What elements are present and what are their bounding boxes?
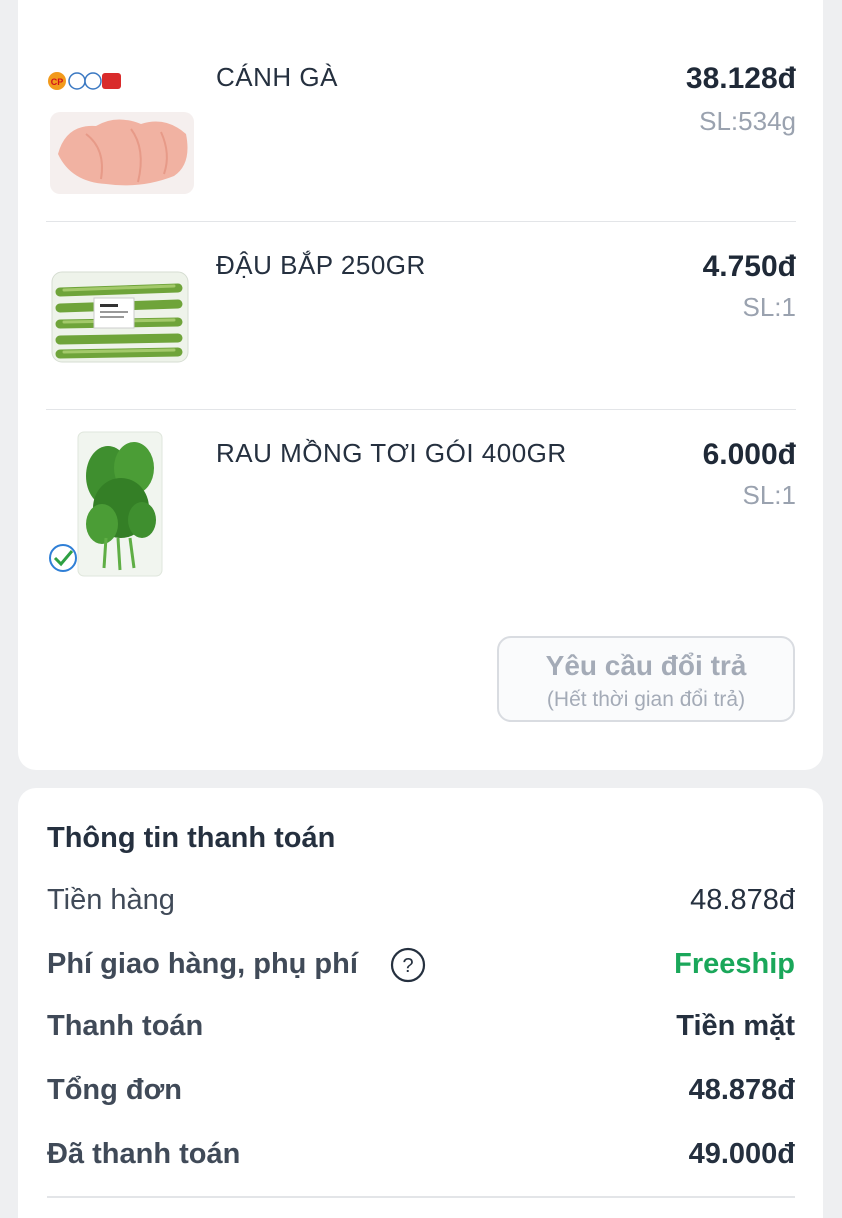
row-value: 48.878đ <box>690 884 795 916</box>
chicken-wings-image: CP <box>48 72 194 194</box>
row-value: Tiền mặt <box>676 1010 795 1042</box>
list-item[interactable]: ĐẬU BẮP 250GR 4.750đ SL:1 <box>46 222 796 410</box>
divider <box>47 1196 795 1198</box>
paid-amount-row: Đã thanh toán 49.000đ <box>47 1138 795 1178</box>
product-quantity: SL:1 <box>742 480 797 510</box>
row-label: Thanh toán <box>47 1010 204 1042</box>
row-label: Đã thanh toán <box>47 1138 241 1170</box>
list-item[interactable]: RAU MỒNG TƠI GÓI 400GR 6.000đ SL:1 <box>46 410 796 600</box>
row-value: 49.000đ <box>688 1138 795 1170</box>
product-quantity: SL:534g <box>699 106 796 136</box>
product-name: RAU MỒNG TƠI GÓI 400GR <box>216 438 567 468</box>
subtotal-row: Tiền hàng 48.878đ <box>47 884 795 924</box>
shipping-fee-row: Phí giao hàng, phụ phí ? Freeship <box>47 946 795 988</box>
return-request-button[interactable]: Yêu cầu đổi trả (Hết thời gian đổi trả) <box>497 636 795 722</box>
product-name: CÁNH GÀ <box>216 62 338 92</box>
row-label: Tổng đơn <box>47 1074 182 1106</box>
question-circle-icon[interactable]: ? <box>389 946 427 984</box>
order-total-row: Tổng đơn 48.878đ <box>47 1074 795 1114</box>
row-label: Tiền hàng <box>47 884 175 916</box>
product-quantity: SL:1 <box>742 292 797 322</box>
okra-image <box>51 271 189 363</box>
row-value: Freeship <box>674 948 795 980</box>
svg-text:?: ? <box>402 955 413 977</box>
return-request-subtitle: (Hết thời gian đổi trả) <box>546 688 746 711</box>
malabar-spinach-image <box>49 431 163 577</box>
product-name: ĐẬU BẮP 250GR <box>216 250 426 280</box>
list-item[interactable]: CP CÁNH GÀ 38.128đ SL:534g <box>46 40 796 222</box>
row-label: Phí giao hàng, phụ phí <box>47 948 358 980</box>
product-price: 6.000đ <box>702 438 796 471</box>
payment-method-row: Thanh toán Tiền mặt <box>47 1010 795 1050</box>
section-title: Thông tin thanh toán <box>47 822 336 854</box>
payment-info-card: Thông tin thanh toán Tiền hàng 48.878đ P… <box>18 788 823 1218</box>
row-value: 48.878đ <box>688 1074 795 1106</box>
return-request-label: Yêu cầu đổi trả <box>545 650 747 681</box>
order-items-card: CP CÁNH GÀ 38.128đ SL:534g ĐẬU BẮP 250GR… <box>18 0 823 770</box>
svg-text:CP: CP <box>51 77 64 87</box>
product-price: 38.128đ <box>685 62 796 95</box>
product-price: 4.750đ <box>702 250 796 283</box>
